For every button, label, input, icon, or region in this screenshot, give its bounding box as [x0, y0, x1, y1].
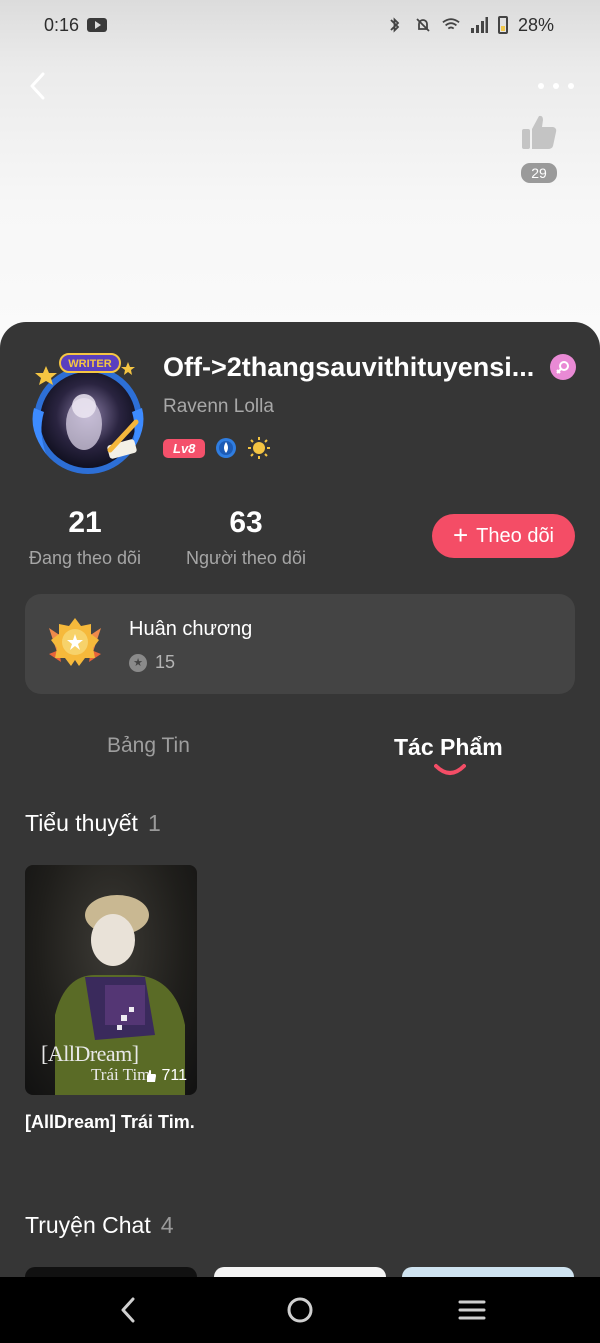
- novels-section-count: 1: [147, 810, 161, 836]
- youtube-icon: [87, 18, 108, 32]
- chevron-left-icon: [30, 72, 45, 100]
- status-right: 28%: [386, 15, 554, 36]
- status-bar: 0:16 28%: [0, 0, 600, 50]
- more-dot: [553, 83, 559, 89]
- more-dots-icon: [538, 83, 544, 89]
- more-options-button[interactable]: [538, 76, 574, 96]
- mute-icon: [414, 16, 432, 34]
- chat-stories-section-count: 4: [160, 1212, 174, 1238]
- like-button[interactable]: 29: [514, 112, 564, 183]
- chat-story-thumb[interactable]: [402, 1267, 574, 1277]
- avatar[interactable]: WRITER: [24, 350, 152, 478]
- cover-subtitle: Trái Tim: [91, 1065, 151, 1084]
- active-tab-indicator: [434, 764, 466, 775]
- chat-stories-section-title: Truyện Chat: [25, 1212, 151, 1238]
- avatar-badge-text: WRITER: [68, 358, 111, 370]
- medal-icon: [49, 618, 101, 666]
- chat-stories-section-header: Truyện Chat 4: [25, 1212, 174, 1239]
- novels-section-header: Tiểu thuyết 1: [25, 810, 161, 837]
- back-button[interactable]: [22, 68, 52, 104]
- chat-story-thumb[interactable]: [25, 1267, 197, 1277]
- level-badge[interactable]: Lv8: [163, 438, 206, 458]
- tab-works[interactable]: Tác Phẩm: [394, 734, 503, 761]
- bluetooth-icon: [386, 16, 404, 34]
- status-left: 0:16: [44, 14, 108, 36]
- more-dot: [568, 83, 574, 89]
- profile-sheet: WRITER Off->2thangsauvithituyensi... Rav…: [0, 322, 600, 1277]
- follow-button-label: Theo dõi: [476, 524, 555, 547]
- followers-stat[interactable]: 63 Người theo dõi: [182, 506, 310, 569]
- avatar-frame: WRITER: [32, 353, 144, 474]
- badge-row: Lv8: [163, 436, 271, 460]
- nav-recents-icon: [458, 1300, 486, 1320]
- followers-label: Người theo dõi: [186, 548, 306, 568]
- nav-recents-button[interactable]: [452, 1295, 492, 1325]
- battery-icon: [497, 16, 508, 34]
- female-icon: [550, 354, 576, 380]
- like-count: 29: [521, 163, 557, 183]
- signal-icon: [470, 16, 488, 34]
- sun-badge-icon[interactable]: [247, 436, 271, 460]
- followers-count: 63: [229, 506, 263, 539]
- following-label: Đang theo dõi: [28, 548, 142, 568]
- profile-subname: Ravenn Lolla: [163, 396, 274, 417]
- nav-back-icon: [121, 1297, 135, 1323]
- medal-count: 15: [155, 652, 176, 672]
- nav-home-icon: [287, 1297, 313, 1323]
- tab-news-feed[interactable]: Bảng Tin: [107, 734, 190, 758]
- medal-count-row: ★ 15: [129, 652, 175, 673]
- battery-level: 28%: [517, 14, 554, 35]
- thumbs-up-icon: [522, 115, 557, 149]
- username: Off->2thangsauvithituyensi...: [163, 352, 535, 382]
- follow-button[interactable]: + Theo dõi: [432, 514, 575, 558]
- following-count: 21: [68, 506, 102, 539]
- chat-story-thumb[interactable]: [214, 1267, 386, 1277]
- following-stat[interactable]: 21 Đang theo dõi: [25, 506, 145, 569]
- novel-title[interactable]: [AllDream] Trái Tim.: [25, 1110, 197, 1134]
- view-count: 711: [144, 1067, 187, 1085]
- hand-icon: [147, 1070, 157, 1082]
- view-count-value: 711: [161, 1067, 187, 1084]
- profile-header-background: 0:16 28% 29: [0, 0, 600, 340]
- status-time: 0:16: [44, 14, 80, 35]
- nav-back-button[interactable]: [108, 1295, 148, 1325]
- system-nav-bar: [0, 1277, 600, 1343]
- cover-title: [AllDream]: [41, 1041, 139, 1066]
- water-badge-icon[interactable]: [215, 437, 237, 459]
- novels-section-title: Tiểu thuyết: [25, 810, 138, 836]
- medal-card[interactable]: Huân chương ★ 15: [25, 594, 575, 694]
- novel-cover[interactable]: [AllDream] Trái Tim 711: [25, 865, 197, 1095]
- medal-title: Huân chương: [129, 618, 253, 640]
- wifi-icon: [442, 16, 460, 34]
- plus-icon: +: [452, 520, 469, 550]
- nav-home-button[interactable]: [280, 1295, 320, 1325]
- star-icon: ★: [129, 653, 147, 672]
